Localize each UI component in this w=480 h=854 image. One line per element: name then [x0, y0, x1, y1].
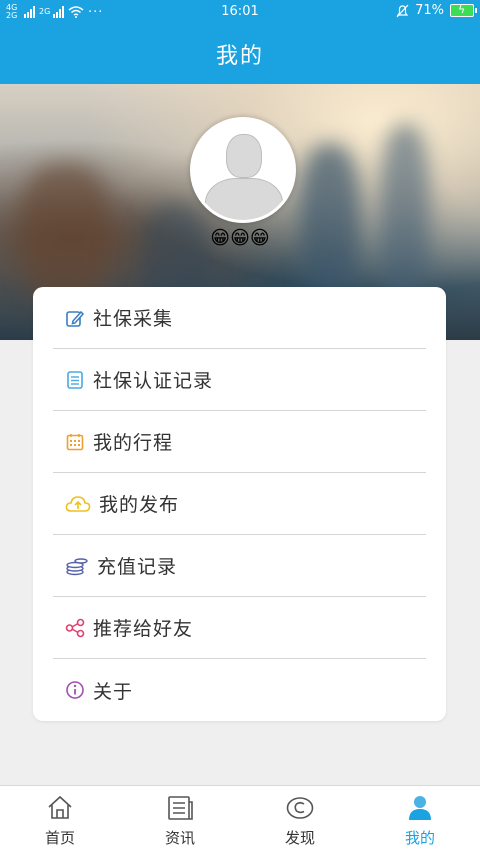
menu-item-label: 充值记录: [97, 556, 178, 578]
menu-item-label: 社保认证记录: [93, 370, 214, 392]
discover-icon: [286, 797, 314, 819]
menu-item-label: 推荐给好友: [93, 618, 194, 640]
menu-item-label: 我的行程: [93, 432, 174, 454]
home-icon: [48, 795, 72, 819]
menu-item-my-posts[interactable]: 我的发布: [53, 473, 426, 535]
coins-icon: [65, 556, 89, 576]
bottom-nav: 首页 资讯 发现 我的: [0, 785, 480, 854]
menu-item-label: 社保采集: [93, 308, 174, 330]
tab-label: 首页: [44, 829, 75, 847]
tab-home[interactable]: 首页: [0, 786, 120, 854]
avatar-body-shape: [205, 178, 283, 220]
menu-item-recharge-records[interactable]: 充值记录: [53, 535, 426, 597]
user-icon: [409, 796, 431, 820]
avatar-head-shape: [226, 134, 262, 178]
page-title: 我的: [215, 44, 264, 69]
tab-discover[interactable]: 发现: [240, 786, 360, 854]
tab-label: 资讯: [164, 829, 195, 847]
menu-item-my-trips[interactable]: 我的行程: [53, 411, 426, 473]
menu-item-about[interactable]: 关于: [53, 659, 426, 721]
list-icon: [65, 370, 85, 390]
mute-bell-icon: [396, 4, 409, 17]
tab-label: 发现: [284, 829, 315, 847]
status-bar: 4G 2G 2G ··· 16:01 71% ϟ: [0, 0, 480, 24]
tab-mine[interactable]: 我的: [360, 786, 480, 854]
menu-item-label: 关于: [93, 680, 134, 703]
menu-item-certification-records[interactable]: 社保认证记录: [53, 349, 426, 411]
info-icon: [65, 680, 85, 700]
menu-item-recommend-to-friends[interactable]: 推荐给好友: [53, 597, 426, 659]
cloud-upload-icon: [65, 494, 91, 514]
nickname: 😁😁😁: [210, 227, 270, 249]
news-icon: [168, 796, 193, 820]
menu-item-label: 我的发布: [99, 494, 180, 516]
tab-label: 我的: [404, 829, 435, 847]
title-bar: 我的: [0, 24, 480, 84]
battery-icon: ϟ: [450, 3, 477, 17]
calendar-icon: [65, 432, 85, 452]
menu-card: 社保采集 社保认证记录 我的行程 我的发布 充值记录 推荐给好友 关于: [33, 287, 446, 721]
share-icon: [65, 618, 85, 638]
battery-percent: 71%: [415, 3, 444, 18]
menu-item-social-security-collect[interactable]: 社保采集: [53, 287, 426, 349]
avatar[interactable]: [190, 117, 296, 223]
status-right: 71% ϟ: [396, 3, 477, 18]
tab-news[interactable]: 资讯: [120, 786, 240, 854]
edit-icon: [65, 308, 85, 328]
